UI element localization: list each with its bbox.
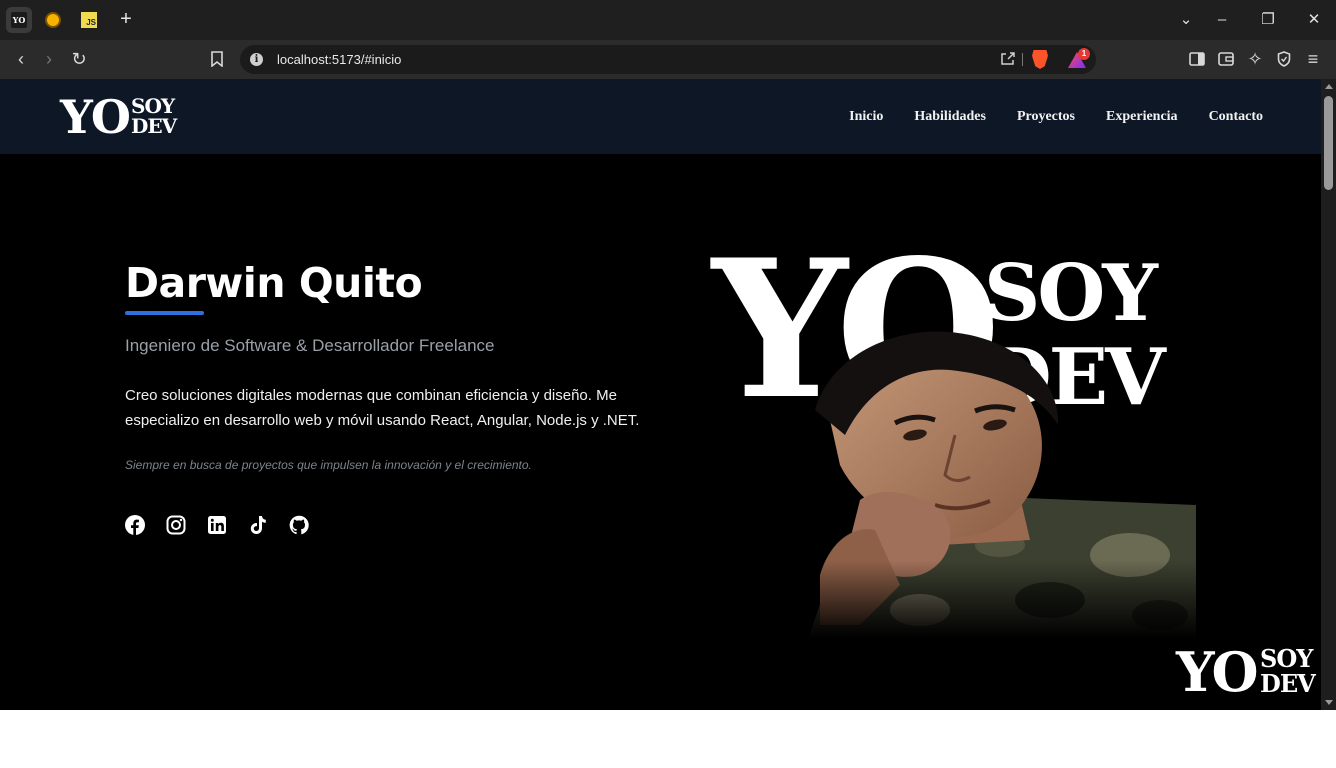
scroll-down-arrow-icon[interactable] — [1325, 700, 1333, 705]
nav-link-proyectos[interactable]: Proyectos — [1017, 109, 1075, 125]
minimize-button[interactable]: – — [1208, 8, 1236, 32]
github-icon[interactable] — [289, 515, 309, 535]
close-window-button[interactable]: ✕ — [1300, 8, 1328, 32]
site-navbar: YO SOY DEV Inicio Habilidades Proyectos … — [0, 79, 1321, 154]
nav-link-habilidades[interactable]: Habilidades — [914, 109, 986, 125]
notification-badge: 1 — [1078, 48, 1090, 60]
hero-description: Creo soluciones digitales modernas que c… — [125, 387, 640, 429]
brave-rewards-icon[interactable]: 1 — [1068, 48, 1090, 68]
site-info-icon[interactable]: i — [250, 53, 263, 66]
floating-logo[interactable]: YO SOY DEV — [1176, 645, 1321, 699]
social-links — [125, 515, 309, 535]
omnibox-divider — [1022, 53, 1023, 66]
tab-search-chevron-icon[interactable]: ⌄ — [1172, 8, 1200, 32]
share-icon[interactable] — [998, 51, 1016, 69]
scroll-up-arrow-icon[interactable] — [1325, 84, 1333, 89]
name-underline — [125, 311, 204, 315]
bot-favicon-icon — [45, 12, 61, 28]
nav-link-contacto[interactable]: Contacto — [1209, 109, 1263, 125]
new-tab-button[interactable]: + — [116, 8, 136, 30]
tiktok-icon[interactable] — [248, 515, 268, 535]
menu-icon[interactable]: ≡ — [1302, 48, 1324, 70]
hero-artwork: YO SOY DEV — [712, 235, 1196, 639]
browser-tabstrip: YO JS + ⌄ – ❐ ✕ — [0, 0, 1336, 40]
reload-button[interactable]: ↻ — [68, 48, 90, 70]
scroll-thumb[interactable] — [1324, 96, 1333, 190]
wallet-icon[interactable] — [1215, 48, 1237, 70]
hero-subtitle: Ingeniero de Software & Desarrollador Fr… — [125, 336, 495, 355]
bookmark-icon[interactable] — [206, 48, 228, 70]
address-bar[interactable]: i localhost:5173/#inicio 1 — [240, 45, 1096, 74]
facebook-icon[interactable] — [125, 515, 145, 535]
linkedin-icon[interactable] — [207, 515, 227, 535]
tab-bot[interactable] — [40, 7, 66, 33]
url-text[interactable]: localhost:5173/#inicio — [277, 45, 401, 74]
tab-js[interactable]: JS — [76, 7, 102, 33]
page-scrollbar[interactable] — [1321, 79, 1336, 710]
back-button[interactable]: ‹ — [10, 48, 32, 70]
profile-photo — [800, 325, 1196, 639]
js-favicon-icon: JS — [81, 12, 97, 28]
site-logo[interactable]: YO SOY DEV — [60, 94, 182, 140]
nav-links: Inicio Habilidades Proyectos Experiencia… — [849, 79, 1263, 154]
page-viewport: YO SOY DEV Inicio Habilidades Proyectos … — [0, 79, 1321, 710]
tab-yosoydev[interactable]: YO — [6, 7, 32, 33]
hero-name: Darwin Quito — [125, 259, 423, 307]
nav-link-experiencia[interactable]: Experiencia — [1106, 109, 1178, 125]
instagram-icon[interactable] — [166, 515, 186, 535]
hero-logo-soy: SOY — [984, 248, 1158, 339]
leo-ai-icon[interactable]: ✧ — [1244, 48, 1266, 70]
brave-shields-icon[interactable] — [1032, 50, 1048, 69]
sidebar-icon[interactable] — [1186, 48, 1208, 70]
vpn-shield-icon[interactable] — [1273, 48, 1295, 70]
forward-button[interactable]: › — [38, 48, 60, 70]
nav-link-inicio[interactable]: Inicio — [849, 109, 883, 125]
restore-button[interactable]: ❐ — [1254, 8, 1282, 32]
hero-quote: Siempre en busca de proyectos que impuls… — [125, 458, 532, 472]
yosoydev-favicon-icon: YO — [11, 12, 27, 28]
